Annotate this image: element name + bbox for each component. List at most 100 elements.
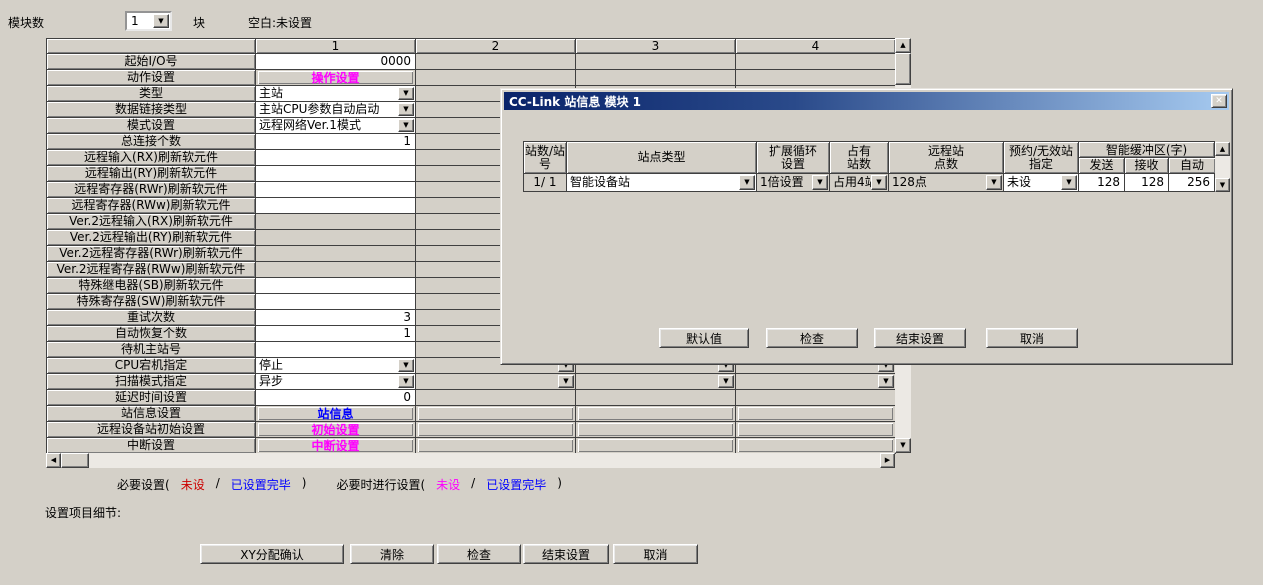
chevron-down-icon[interactable]: ▼ xyxy=(1061,175,1077,190)
auto-points-cell[interactable]: 256 xyxy=(1169,174,1215,192)
finish-setting-button[interactable]: 结束设置 xyxy=(523,544,609,564)
row-label: 扫描模式指定 xyxy=(47,374,256,390)
empty-button-cell xyxy=(416,422,576,438)
value-select[interactable]: 主站▼ xyxy=(256,86,416,102)
chevron-down-icon[interactable]: ▼ xyxy=(398,359,414,372)
value-cell[interactable] xyxy=(256,182,416,198)
chevron-down-icon[interactable]: ▼ xyxy=(153,14,169,28)
chevron-down-icon[interactable]: ▼ xyxy=(739,175,755,190)
row-label: 远程寄存器(RWw)刷新软元件 xyxy=(47,198,256,214)
select-value: 主站 xyxy=(256,86,415,100)
close-icon[interactable]: ✕ xyxy=(1211,94,1227,108)
scroll-right-icon[interactable]: ▶ xyxy=(880,453,895,468)
chevron-down-icon[interactable]: ▼ xyxy=(718,375,734,388)
header-expanded-cyclic: 扩展循环 设置 xyxy=(757,142,830,174)
scroll-up-icon[interactable]: ▲ xyxy=(895,38,911,53)
value-select[interactable]: 异步▼ xyxy=(256,374,416,390)
link-cell[interactable]: 初始设置 xyxy=(256,422,416,438)
receive-points-cell[interactable]: 128 xyxy=(1125,174,1169,192)
value-cell[interactable] xyxy=(256,278,416,294)
reserve-select[interactable]: 未设 ▼ xyxy=(1004,174,1079,192)
link-cell[interactable]: 中断设置 xyxy=(256,438,416,454)
link-button[interactable]: 初始设置 xyxy=(258,423,413,436)
top-bar: 模块数 1 ▼ 块 空白:未设置 xyxy=(0,0,1263,36)
value-cell[interactable]: 0000 xyxy=(256,54,416,70)
scroll-up-icon[interactable]: ▲ xyxy=(1215,142,1230,156)
value-select[interactable]: 远程网络Ver.1模式▼ xyxy=(256,118,416,134)
value-cell[interactable] xyxy=(256,166,416,182)
value-cell[interactable]: 3 xyxy=(256,310,416,326)
chevron-down-icon[interactable]: ▼ xyxy=(398,87,414,100)
link-button[interactable]: 操作设置 xyxy=(258,71,413,84)
value-cell[interactable]: 0 xyxy=(256,390,416,406)
value-cell[interactable] xyxy=(256,198,416,214)
dialog-cancel-button[interactable]: 取消 xyxy=(986,328,1078,348)
row-label: 特殊寄存器(SW)刷新软元件 xyxy=(47,294,256,310)
chevron-down-icon[interactable]: ▼ xyxy=(986,175,1002,190)
station-info-table: 站数/站号 站点类型 扩展循环 设置 占有 站数 远程站 点数 预约/无效站 指… xyxy=(523,141,1215,192)
dialog-check-button[interactable]: 检查 xyxy=(766,328,858,348)
value-cell[interactable] xyxy=(256,294,416,310)
empty-cell xyxy=(416,70,576,86)
optional-label: 必要时进行设置( xyxy=(336,476,425,493)
chevron-down-icon[interactable]: ▼ xyxy=(398,103,414,116)
link-button[interactable]: 站信息 xyxy=(258,407,413,420)
corner-header-cell xyxy=(47,39,256,54)
link-button[interactable]: 中断设置 xyxy=(258,439,413,452)
scroll-left-icon[interactable]: ◀ xyxy=(46,453,61,468)
row-label: Ver.2远程输入(RX)刷新软元件 xyxy=(47,214,256,230)
value-select[interactable]: 主站CPU参数自动启动▼ xyxy=(256,102,416,118)
value-cell[interactable]: 1 xyxy=(256,326,416,342)
empty-select[interactable]: ▼ xyxy=(736,374,896,390)
xy-assign-check-button[interactable]: XY分配确认 xyxy=(200,544,344,564)
value-cell[interactable] xyxy=(256,150,416,166)
dialog-finish-button[interactable]: 结束设置 xyxy=(874,328,966,348)
horizontal-scrollbar[interactable]: ◀ ▶ xyxy=(46,453,895,468)
dialog-table-scrollbar[interactable]: ▲ ▼ xyxy=(1215,142,1230,192)
scroll-down-icon[interactable]: ▼ xyxy=(1215,178,1230,192)
chevron-down-icon[interactable]: ▼ xyxy=(871,175,887,190)
occupied-select[interactable]: 占用4站 ▼ xyxy=(830,174,889,192)
remote-points-select[interactable]: 128点 ▼ xyxy=(889,174,1004,192)
empty-bar xyxy=(578,439,733,452)
module-count-select[interactable]: 1 ▼ xyxy=(125,11,172,31)
row-label: Ver.2远程寄存器(RWr)刷新软元件 xyxy=(47,246,256,262)
vertical-scroll-thumb[interactable] xyxy=(895,53,911,85)
empty-button-cell xyxy=(576,406,736,422)
station-type-value: 智能设备站 xyxy=(567,174,756,190)
select-value: 远程网络Ver.1模式 xyxy=(256,118,415,132)
chevron-down-icon[interactable]: ▼ xyxy=(398,119,414,132)
row-label: 数据链接类型 xyxy=(47,102,256,118)
check-button[interactable]: 检查 xyxy=(437,544,521,564)
disabled-cell xyxy=(256,214,416,230)
link-cell[interactable]: 操作设置 xyxy=(256,70,416,86)
dialog-titlebar[interactable]: CC-Link 站信息 模块 1 ✕ xyxy=(504,92,1229,110)
value-select[interactable]: 停止▼ xyxy=(256,358,416,374)
link-cell[interactable]: 站信息 xyxy=(256,406,416,422)
cancel-button[interactable]: 取消 xyxy=(613,544,698,564)
chevron-down-icon[interactable]: ▼ xyxy=(558,375,574,388)
send-points-cell[interactable]: 128 xyxy=(1079,174,1125,192)
clear-button[interactable]: 清除 xyxy=(350,544,434,564)
paren-close: ) xyxy=(557,476,562,493)
header-receive: 接收 xyxy=(1125,158,1169,173)
station-type-select[interactable]: 智能设备站 ▼ xyxy=(567,174,757,192)
dialog-default-button[interactable]: 默认值 xyxy=(659,328,749,348)
row-label: Ver.2远程寄存器(RWw)刷新软元件 xyxy=(47,262,256,278)
empty-cell xyxy=(416,54,576,70)
table-row: 扫描模式指定异步▼▼▼▼ xyxy=(47,374,895,390)
chevron-down-icon[interactable]: ▼ xyxy=(398,375,414,388)
empty-cell xyxy=(576,70,736,86)
expanded-cyclic-select[interactable]: 1倍设置 ▼ xyxy=(757,174,830,192)
row-label: 待机主站号 xyxy=(47,342,256,358)
value-cell[interactable] xyxy=(256,342,416,358)
empty-bar xyxy=(578,407,733,420)
station-table-row: 1/ 1 智能设备站 ▼ 1倍设置 ▼ 占用4站 ▼ 128点 ▼ 未设 ▼ 1… xyxy=(524,174,1215,192)
chevron-down-icon[interactable]: ▼ xyxy=(812,175,828,190)
chevron-down-icon[interactable]: ▼ xyxy=(878,375,894,388)
empty-select[interactable]: ▼ xyxy=(416,374,576,390)
horizontal-scroll-thumb[interactable] xyxy=(61,453,89,468)
empty-select[interactable]: ▼ xyxy=(576,374,736,390)
scroll-down-icon[interactable]: ▼ xyxy=(895,438,911,453)
value-cell[interactable]: 1 xyxy=(256,134,416,150)
